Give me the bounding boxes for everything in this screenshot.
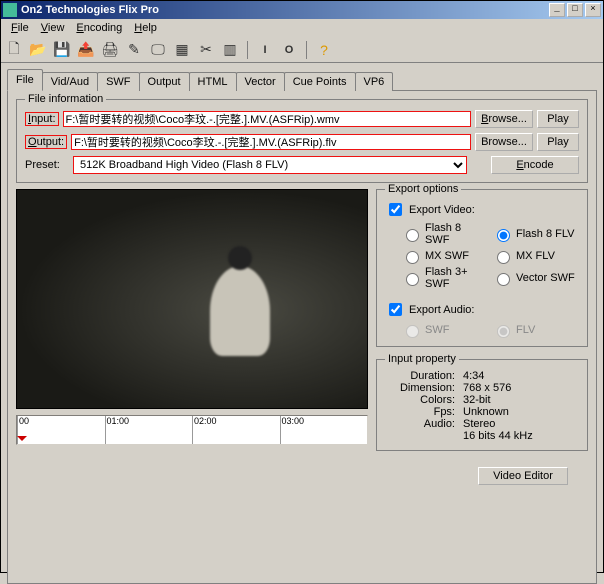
input-path-field[interactable] (63, 111, 471, 127)
toolbar-sep (247, 41, 248, 59)
menu-view[interactable]: View (35, 21, 71, 35)
colors-value: 32-bit (463, 394, 491, 406)
radio-flash3swf[interactable]: Flash 3+ SWF (401, 266, 488, 290)
window-title: On2 Technologies Flix Pro (21, 4, 547, 16)
output-icon[interactable]: O (280, 41, 298, 59)
input-icon[interactable]: I (256, 41, 274, 59)
open-icon[interactable]: 📂 (29, 41, 47, 59)
radio-flash8flv[interactable]: Flash 8 FLV (492, 222, 579, 246)
radio-audio-swf: SWF (401, 322, 488, 338)
audio-value: Stereo (463, 418, 495, 430)
dimension-label: Dimension: (385, 382, 455, 394)
group-file-information: File information Input: Browse... Play O… (16, 99, 588, 183)
audio-label: Audio: (385, 418, 455, 430)
video-preview[interactable] (16, 189, 368, 409)
save-icon[interactable]: 💾 (53, 41, 71, 59)
tabs: File Vid/Aud SWF Output HTML Vector Cue … (7, 70, 597, 91)
help-icon[interactable]: ? (315, 41, 333, 59)
duration-value: 4:34 (463, 370, 484, 382)
preview-area: 00 01:00 02:00 03:00 (16, 189, 368, 485)
preset-select[interactable]: 512K Broadband High Video (Flash 8 FLV) (73, 156, 467, 174)
export-icon[interactable]: 📤 (77, 41, 95, 59)
cut-icon[interactable]: ✂ (197, 41, 215, 59)
tab-file[interactable]: File (7, 69, 43, 91)
menu-encoding[interactable]: Encoding (70, 21, 128, 35)
browse-input-button[interactable]: Browse... (475, 110, 533, 128)
video-editor-button[interactable]: Video Editor (478, 467, 568, 485)
group-title-inputprop: Input property (385, 353, 459, 365)
dimension-value: 768 x 576 (463, 382, 511, 394)
browse-output-button[interactable]: Browse... (475, 133, 533, 151)
tab-vidaud[interactable]: Vid/Aud (42, 72, 98, 91)
radio-audio-flv: FLV (492, 322, 579, 338)
timeline-tick: 03:00 (280, 416, 368, 444)
export-video-check[interactable]: Export Video: (385, 200, 579, 219)
toolbar: 🗋 📂 💾 📤 🖨 ✎ 🖵 ▦ ✂ ▥ I O ? (1, 37, 603, 63)
duration-label: Duration: (385, 370, 455, 382)
group-title-fileinfo: File information (25, 93, 106, 105)
toolbar-sep-2 (306, 41, 307, 59)
radio-mxswf[interactable]: MX SWF (401, 248, 488, 264)
stream-icon[interactable]: ▦ (173, 41, 191, 59)
play-output-button[interactable]: Play (537, 133, 579, 151)
group-title-export: Export options (385, 183, 461, 195)
fps-label: Fps: (385, 406, 455, 418)
encode-button[interactable]: Encode (491, 156, 579, 174)
frames-icon[interactable]: ▥ (221, 41, 239, 59)
tab-cue[interactable]: Cue Points (284, 72, 356, 91)
close-button[interactable]: × (585, 3, 601, 17)
tab-vp6[interactable]: VP6 (355, 72, 394, 91)
maximize-button[interactable]: □ (567, 3, 583, 17)
preset-label: Preset: (25, 159, 69, 171)
colors-label: Colors: (385, 394, 455, 406)
output-path-field[interactable] (71, 134, 471, 150)
print-icon[interactable]: 🖨 (101, 41, 119, 59)
panel-file: File information Input: Browse... Play O… (7, 90, 597, 584)
radio-flash8swf[interactable]: Flash 8 SWF (401, 222, 488, 246)
monitor-icon[interactable]: 🖵 (149, 41, 167, 59)
menu-file[interactable]: File (5, 21, 35, 35)
edit-icon[interactable]: ✎ (125, 41, 143, 59)
group-export-options: Export options Export Video: Flash 8 SWF… (376, 189, 588, 347)
tab-vector[interactable]: Vector (236, 72, 285, 91)
app-icon (3, 3, 17, 17)
titlebar: On2 Technologies Flix Pro _ □ × (1, 1, 603, 19)
output-label: Output: (25, 135, 67, 149)
timeline-tick: 00 (17, 416, 105, 444)
tab-swf[interactable]: SWF (97, 72, 139, 91)
radio-mxflv[interactable]: MX FLV (492, 248, 579, 264)
fps-value: Unknown (463, 406, 509, 418)
minimize-button[interactable]: _ (549, 3, 565, 17)
timeline-tick: 02:00 (192, 416, 280, 444)
radio-vectorswf[interactable]: Vector SWF (492, 266, 579, 290)
tab-html[interactable]: HTML (189, 72, 237, 91)
timeline[interactable]: 00 01:00 02:00 03:00 (16, 415, 368, 445)
menu-help[interactable]: Help (128, 21, 163, 35)
timeline-tick: 01:00 (105, 416, 193, 444)
audio-value-2: 16 bits 44 kHz (463, 430, 533, 442)
tab-output[interactable]: Output (139, 72, 190, 91)
play-input-button[interactable]: Play (537, 110, 579, 128)
group-input-property: Input property Duration:4:34 Dimension:7… (376, 359, 588, 451)
menubar: File View Encoding Help (1, 19, 603, 37)
new-icon[interactable]: 🗋 (5, 41, 23, 59)
export-audio-check[interactable]: Export Audio: (385, 300, 579, 319)
input-label: Input: (25, 112, 59, 126)
